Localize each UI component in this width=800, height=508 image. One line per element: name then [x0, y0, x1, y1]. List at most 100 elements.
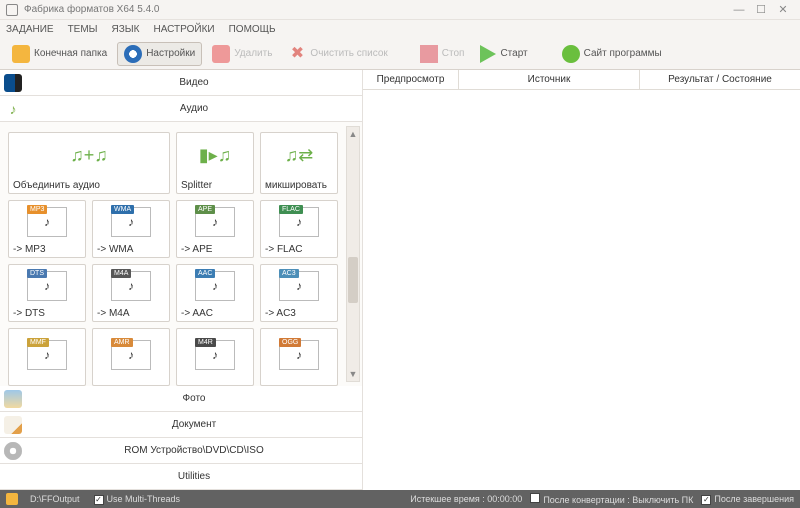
format-icon: AAC♪ — [177, 265, 253, 306]
tile-grid: ♫+♫ Объединить аудио ▮▸♫ Splitter ♫⇄ мик… — [0, 122, 362, 386]
tile-label: -> DTS — [9, 306, 85, 321]
tile-mp3[interactable]: MP3♪-> MP3 — [8, 200, 86, 258]
scroll-down-icon[interactable]: ▼ — [347, 367, 359, 381]
titlebar: Фабрика форматов X64 5.4.0 — ☐ ✕ — [0, 0, 800, 20]
tile-splitter-label: Splitter — [177, 178, 253, 193]
col-result[interactable]: Результат / Состояние — [640, 70, 800, 89]
tile-mmf[interactable]: MMF♪ — [8, 328, 86, 386]
tile-wma[interactable]: WMA♪-> WMA — [92, 200, 170, 258]
after-convert-label: После конвертации : Выключить ПК — [543, 495, 693, 505]
settings-button[interactable]: Настройки — [117, 42, 202, 66]
format-icon: M4R♪ — [177, 329, 253, 381]
elapsed-time: Истекшее время : 00:00:00 — [410, 494, 522, 504]
col-preview[interactable]: Предпросмотр — [363, 70, 459, 89]
category-document[interactable]: Документ — [0, 412, 362, 438]
tile-join-audio[interactable]: ♫+♫ Объединить аудио — [8, 132, 170, 194]
grid-scrollbar[interactable]: ▲ ▼ — [346, 126, 360, 382]
video-icon — [4, 74, 22, 92]
stop-label: Стоп — [442, 48, 465, 59]
folder-icon-small — [6, 493, 18, 505]
format-icon: FLAC♪ — [261, 201, 337, 242]
tile-label — [9, 381, 85, 385]
category-photo-label: Фото — [30, 393, 358, 404]
format-icon: AMR♪ — [93, 329, 169, 381]
clear-icon: ✖ — [288, 45, 306, 63]
category-audio-label: Аудио — [30, 103, 358, 114]
tile-ac3[interactable]: AC3♪-> AC3 — [260, 264, 338, 322]
disc-icon — [4, 442, 22, 460]
statusbar: D:\FFOutput Use Multi-Threads Истекшее в… — [0, 490, 800, 508]
menu-settings[interactable]: НАСТРОЙКИ — [154, 24, 215, 35]
tile-aac[interactable]: AAC♪-> AAC — [176, 264, 254, 322]
clear-button[interactable]: ✖ Очистить список — [282, 43, 393, 65]
list-header: Предпросмотр Источник Результат / Состоя… — [363, 70, 800, 90]
tile-label: -> FLAC — [261, 242, 337, 257]
output-path[interactable]: D:\FFOutput — [30, 494, 80, 504]
after-done-label: После завершения — [714, 494, 794, 504]
category-rom[interactable]: ROM Устройство\DVD\CD\ISO — [0, 438, 362, 464]
tile-m4a[interactable]: M4A♪-> M4A — [92, 264, 170, 322]
tile-label: -> AAC — [177, 306, 253, 321]
tile-amr[interactable]: AMR♪ — [92, 328, 170, 386]
minimize-button[interactable]: — — [728, 4, 750, 16]
settings-label: Настройки — [146, 48, 195, 59]
tile-label — [261, 381, 337, 385]
tile-mix[interactable]: ♫⇄ микшировать — [260, 132, 338, 194]
maximize-button[interactable]: ☐ — [750, 3, 772, 16]
clear-label: Очистить список — [310, 48, 387, 59]
scroll-thumb[interactable] — [348, 257, 358, 303]
settings-icon — [124, 45, 142, 63]
after-convert-check[interactable]: После конвертации : Выключить ПК — [530, 493, 693, 505]
left-pane: Видео ♪ Аудио ♫+♫ Объединить аудио ▮▸♫ S… — [0, 70, 363, 490]
start-button[interactable]: Старт — [474, 43, 533, 65]
app-icon — [6, 4, 18, 16]
delete-icon — [212, 45, 230, 63]
category-photo[interactable]: Фото — [0, 386, 362, 412]
menu-themes[interactable]: ТЕМЫ — [68, 24, 98, 35]
photo-icon — [4, 390, 22, 408]
scroll-up-icon[interactable]: ▲ — [347, 127, 359, 141]
start-icon — [480, 45, 496, 63]
category-video-label: Видео — [30, 77, 358, 88]
tile-label: -> APE — [177, 242, 253, 257]
audio-icon: ♪ — [4, 100, 22, 118]
format-icon: MP3♪ — [9, 201, 85, 242]
category-utilities[interactable]: Utilities — [0, 464, 362, 490]
menu-language[interactable]: ЯЗЫК — [112, 24, 140, 35]
tile-m4r[interactable]: M4R♪ — [176, 328, 254, 386]
list-body[interactable] — [363, 90, 800, 490]
delete-button[interactable]: Удалить — [206, 43, 278, 65]
join-audio-icon: ♫+♫ — [9, 133, 169, 178]
format-icon: APE♪ — [177, 201, 253, 242]
format-icon: WMA♪ — [93, 201, 169, 242]
format-icon: AC3♪ — [261, 265, 337, 306]
tile-splitter[interactable]: ▮▸♫ Splitter — [176, 132, 254, 194]
category-video[interactable]: Видео — [0, 70, 362, 96]
output-folder-button[interactable]: Конечная папка — [6, 43, 113, 65]
globe-icon — [562, 45, 580, 63]
tile-ogg[interactable]: OGG♪ — [260, 328, 338, 386]
category-audio[interactable]: ♪ Аудио — [0, 96, 362, 122]
menu-help[interactable]: ПОМОЩЬ — [229, 24, 276, 35]
tile-mix-label: микшировать — [261, 178, 337, 193]
tile-label — [177, 381, 253, 385]
menu-task[interactable]: ЗАДАНИЕ — [6, 24, 54, 35]
main-area: Видео ♪ Аудио ♫+♫ Объединить аудио ▮▸♫ S… — [0, 70, 800, 490]
tile-label: -> M4A — [93, 306, 169, 321]
close-button[interactable]: ✕ — [772, 3, 794, 16]
multithreads-check[interactable]: Use Multi-Threads — [94, 494, 181, 505]
folder-icon — [12, 45, 30, 63]
tile-ape[interactable]: APE♪-> APE — [176, 200, 254, 258]
stop-icon — [420, 45, 438, 63]
tile-flac[interactable]: FLAC♪-> FLAC — [260, 200, 338, 258]
format-icon: DTS♪ — [9, 265, 85, 306]
stop-button[interactable]: Стоп — [414, 43, 471, 65]
tile-dts[interactable]: DTS♪-> DTS — [8, 264, 86, 322]
col-source[interactable]: Источник — [459, 70, 640, 89]
after-done-check[interactable]: После завершения — [701, 494, 794, 505]
right-pane: Предпросмотр Источник Результат / Состоя… — [363, 70, 800, 490]
toolbar: Конечная папка Настройки Удалить ✖ Очист… — [0, 38, 800, 70]
site-button[interactable]: Сайт программы — [556, 43, 668, 65]
tile-label: -> WMA — [93, 242, 169, 257]
tile-join-label: Объединить аудио — [9, 178, 169, 193]
